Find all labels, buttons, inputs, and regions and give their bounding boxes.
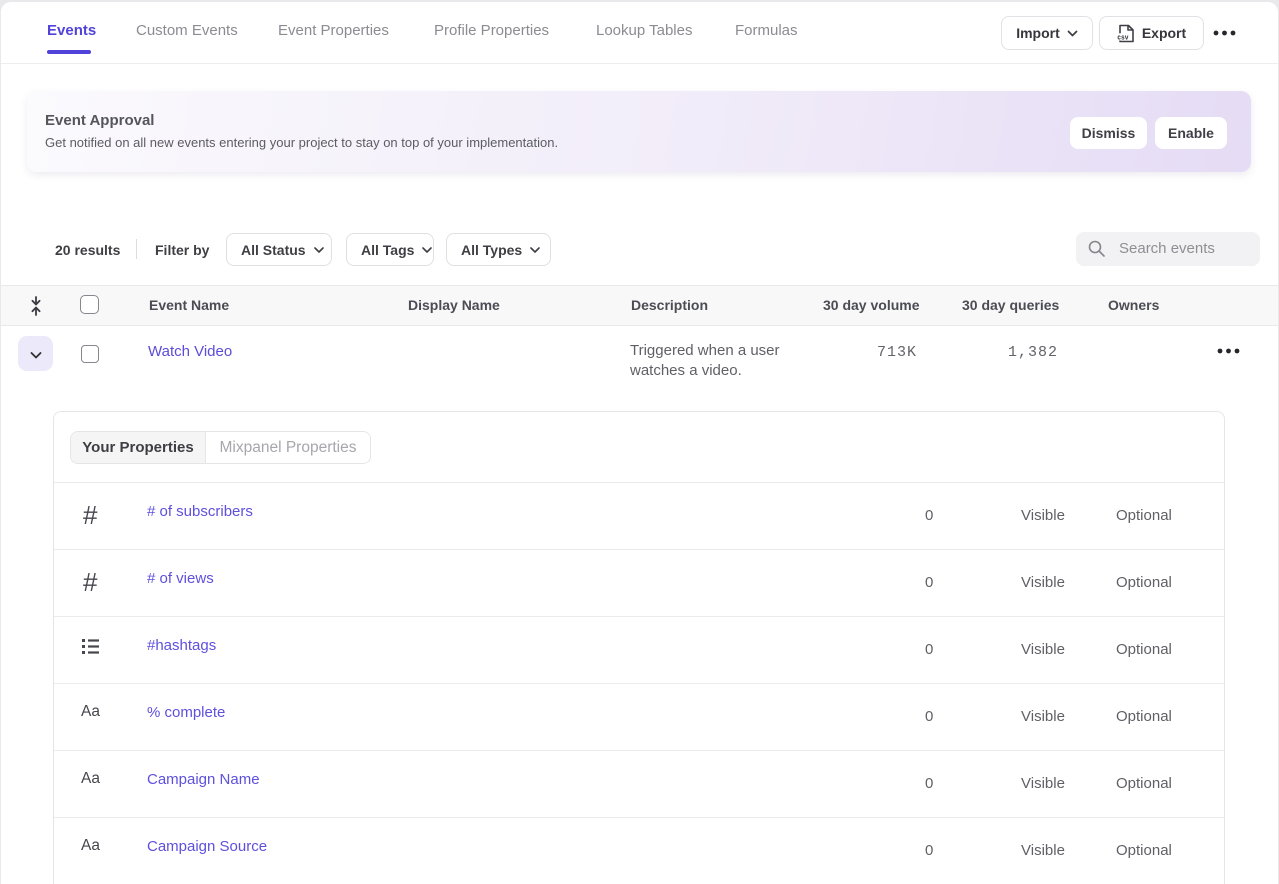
svg-text:csv: csv (1117, 34, 1129, 42)
